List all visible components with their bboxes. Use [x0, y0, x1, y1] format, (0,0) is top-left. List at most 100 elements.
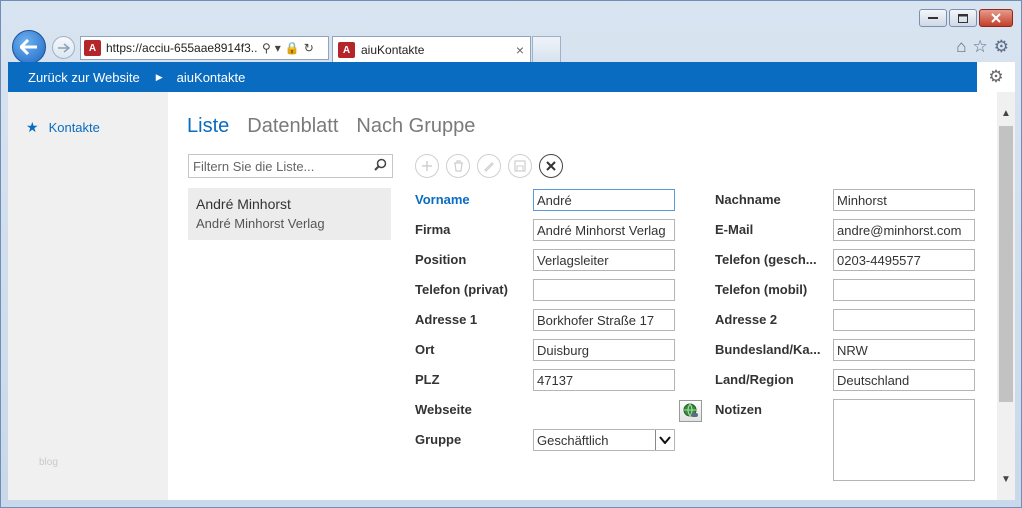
breadcrumb-separator-icon: ▶	[155, 71, 163, 82]
browser-tab[interactable]: A aiuKontakte ×	[332, 36, 531, 63]
chevron-down-icon[interactable]	[655, 430, 674, 450]
label-webseite: Webseite	[415, 402, 472, 417]
action-bar	[415, 154, 563, 178]
label-nachname: Nachname	[715, 192, 781, 207]
scroll-down-icon[interactable]: ▼	[997, 470, 1015, 488]
label-land-region: Land/Region	[715, 372, 794, 387]
pencil-icon	[484, 162, 494, 172]
plz-field[interactable]: 47137	[533, 369, 675, 391]
close-icon	[546, 161, 556, 171]
delete-button[interactable]	[446, 154, 470, 178]
label-adresse-1: Adresse 1	[415, 312, 478, 327]
search-input[interactable]	[193, 158, 374, 174]
gruppe-selected-value: Geschäftlich	[537, 433, 609, 448]
gruppe-select[interactable]: Geschäftlich	[533, 429, 675, 451]
refresh-icon[interactable]: ↻	[304, 41, 314, 55]
home-icon[interactable]: ⌂	[956, 37, 966, 57]
forward-button[interactable]	[52, 36, 75, 59]
label-gruppe: Gruppe	[415, 432, 462, 447]
notizen-textarea[interactable]	[833, 399, 975, 481]
cancel-button[interactable]	[539, 154, 563, 178]
back-to-website-link[interactable]: Zurück zur Website	[28, 70, 140, 85]
tab-liste[interactable]: Liste	[187, 115, 229, 138]
label-telefon-privat: Telefon (privat)	[415, 282, 508, 297]
list-filter	[188, 154, 393, 178]
search-icon[interactable]	[374, 158, 387, 174]
favorites-star-icon[interactable]: ☆	[973, 37, 988, 57]
tab-close-icon[interactable]: ×	[516, 42, 524, 58]
email-field[interactable]: andre@minhorst.com	[833, 219, 975, 241]
land-region-field[interactable]: Deutschland	[833, 369, 975, 391]
tab-nach-gruppe[interactable]: Nach Gruppe	[356, 115, 475, 138]
tab-datenblatt[interactable]: Datenblatt	[247, 115, 338, 138]
main-area: Liste Datenblatt Nach Gruppe André Minho…	[168, 92, 998, 500]
nachname-field[interactable]: Minhorst	[833, 189, 975, 211]
globe-link-icon	[683, 403, 698, 417]
adresse-2-field[interactable]	[833, 309, 975, 331]
list-item[interactable]: André Minhorst André Minhorst Verlag	[188, 188, 391, 240]
app-title: aiuKontakte	[176, 69, 246, 85]
settings-button[interactable]: ⚙	[977, 62, 1015, 92]
browser-tools: ⌂ ☆ ⚙	[956, 37, 1009, 57]
arrow-right-icon	[57, 42, 70, 53]
window-controls	[919, 9, 1013, 27]
settings-gear-icon[interactable]: ⚙	[994, 37, 1009, 57]
page-content: Zurück zur Website ▶ aiuKontakte ⚙ ★ Kon…	[8, 62, 1015, 500]
close-icon	[991, 13, 1001, 23]
gear-icon: ⚙	[988, 67, 1004, 86]
app-top-bar: Zurück zur Website ▶ aiuKontakte	[8, 62, 977, 92]
tab-favicon-icon: A	[338, 42, 355, 58]
label-plz: PLZ	[415, 372, 440, 387]
view-tabs: Liste Datenblatt Nach Gruppe	[187, 115, 475, 138]
ort-field[interactable]: Duisburg	[533, 339, 675, 361]
label-telefon-geschaeftlich: Telefon (gesch...	[715, 252, 817, 267]
firma-field[interactable]: André Minhorst Verlag	[533, 219, 675, 241]
maximize-button[interactable]	[949, 9, 977, 27]
scroll-up-icon[interactable]: ▲	[997, 104, 1015, 122]
floppy-icon	[514, 160, 526, 172]
add-button[interactable]	[415, 154, 439, 178]
telefon-geschaeftlich-field[interactable]: 0203-4495577	[833, 249, 975, 271]
arrow-left-icon	[20, 39, 37, 55]
edit-button[interactable]	[477, 154, 501, 178]
label-vorname: Vorname	[415, 192, 470, 207]
tab-title: aiuKontakte	[361, 43, 425, 57]
web-link-button[interactable]	[679, 400, 702, 422]
close-window-button[interactable]	[979, 9, 1013, 27]
position-field[interactable]: Verlagsleiter	[533, 249, 675, 271]
vorname-field[interactable]: André	[533, 189, 675, 211]
blog-watermark: blog	[39, 457, 58, 468]
minimize-button[interactable]	[919, 9, 947, 27]
access-app-icon: A	[84, 40, 101, 56]
label-bundesland: Bundesland/Ka...	[715, 342, 821, 357]
label-ort: Ort	[415, 342, 435, 357]
search-icon[interactable]: ⚲	[262, 41, 271, 55]
list-item-name: André Minhorst	[196, 196, 291, 212]
bundesland-field[interactable]: NRW	[833, 339, 975, 361]
new-tab-button[interactable]	[532, 36, 561, 63]
label-adresse-2: Adresse 2	[715, 312, 778, 327]
label-firma: Firma	[415, 222, 451, 237]
label-telefon-mobil: Telefon (mobil)	[715, 282, 808, 297]
star-icon: ★	[26, 119, 39, 135]
telefon-privat-field[interactable]	[533, 279, 675, 301]
adresse-1-field[interactable]: Borkhofer Straße 17	[533, 309, 675, 331]
plus-icon	[422, 161, 432, 171]
sidebar-item-label: Kontakte	[48, 120, 100, 135]
minimize-icon	[928, 17, 938, 19]
label-email: E-Mail	[715, 222, 754, 237]
scrollbar-thumb[interactable]	[999, 126, 1013, 402]
label-notizen: Notizen	[715, 402, 762, 417]
dropdown-icon[interactable]: ▾	[275, 41, 281, 55]
address-bar[interactable]: A https://acciu-655aae8914f3... ⚲ ▾ 🔒 ↻	[80, 36, 329, 60]
label-position: Position	[415, 252, 467, 267]
back-button[interactable]	[12, 30, 46, 64]
vertical-scrollbar[interactable]: ▲ ▼	[997, 92, 1015, 500]
address-url[interactable]: https://acciu-655aae8914f3...	[106, 41, 258, 55]
trash-icon	[453, 160, 463, 172]
lock-icon: 🔒	[284, 41, 300, 55]
sidebar-item-kontakte[interactable]: ★ Kontakte	[26, 119, 100, 136]
save-button[interactable]	[508, 154, 532, 178]
maximize-icon	[958, 13, 968, 23]
telefon-mobil-field[interactable]	[833, 279, 975, 301]
